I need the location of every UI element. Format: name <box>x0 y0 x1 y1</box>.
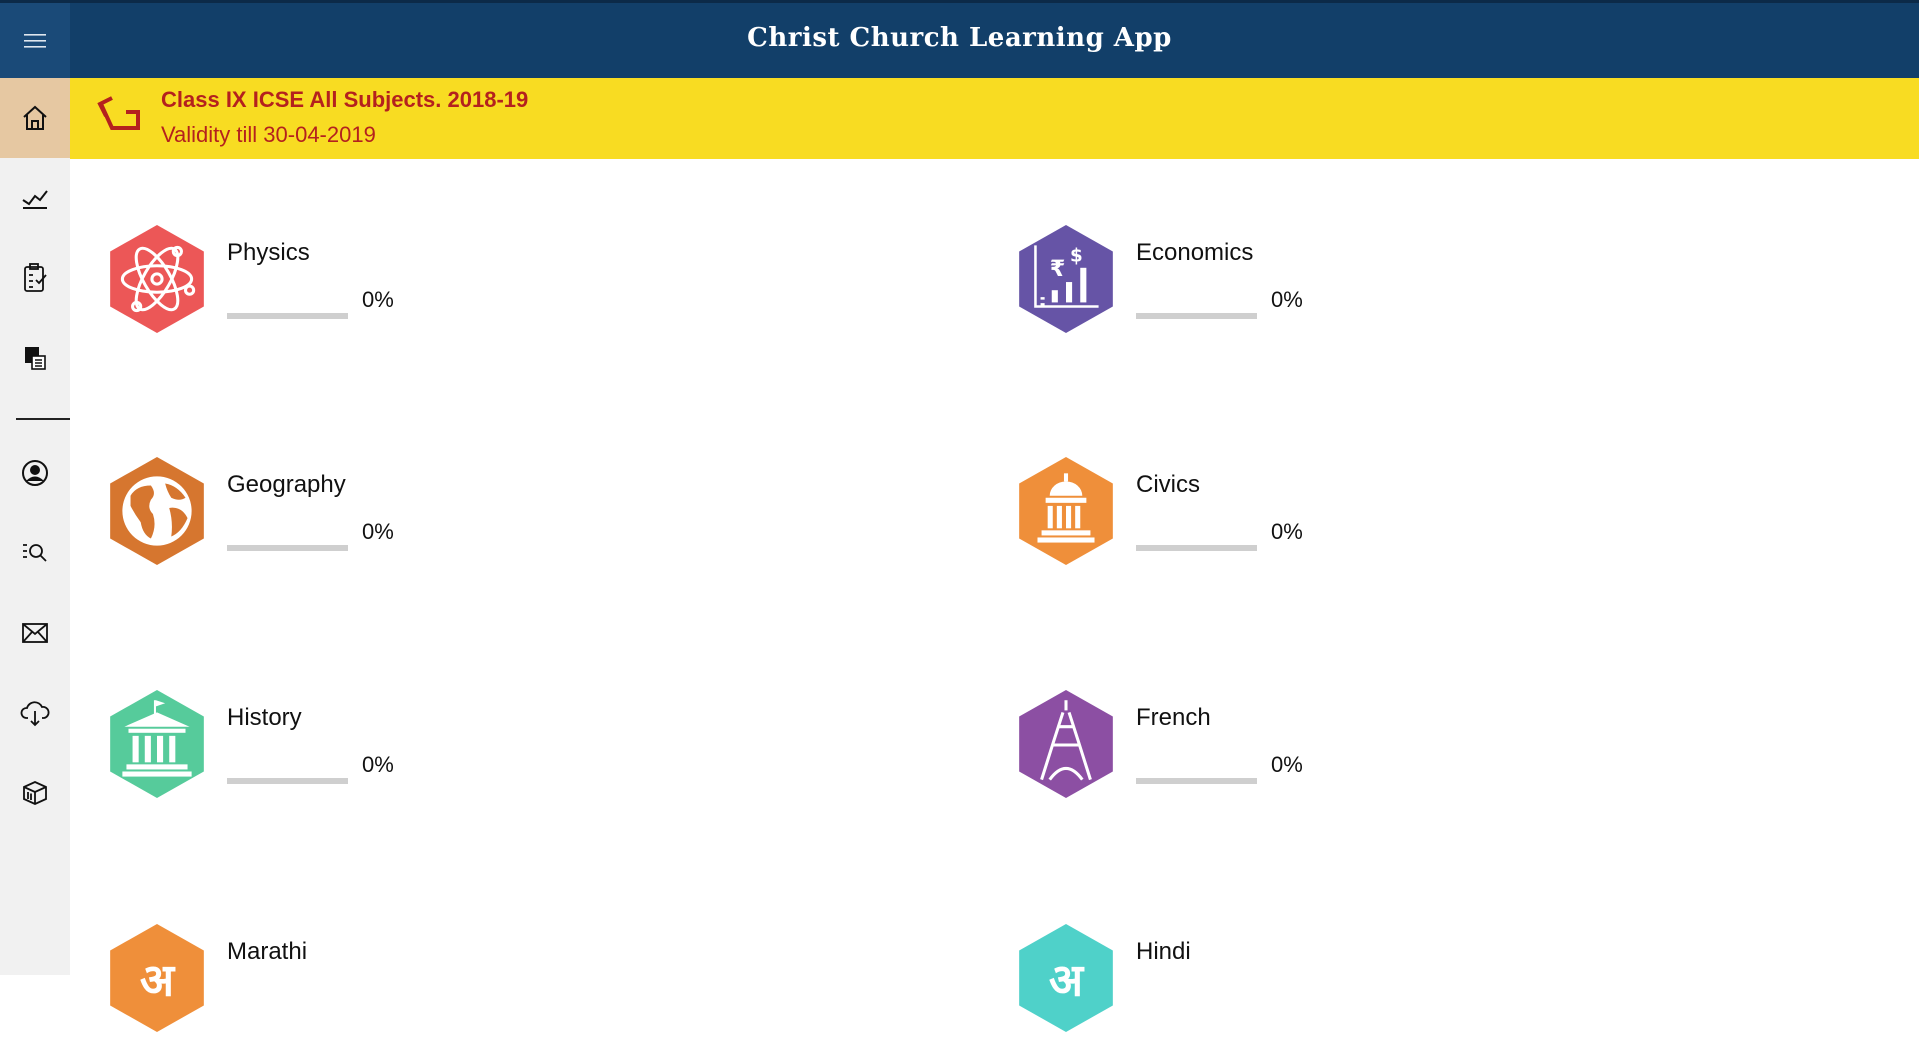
progress-bar <box>1136 313 1257 319</box>
svg-text:$: $ <box>1070 246 1083 267</box>
subject-card-history[interactable]: History 0% <box>106 688 606 808</box>
progress-bar <box>1136 778 1257 784</box>
progress-bar <box>227 778 348 784</box>
sidebar-item-tests[interactable] <box>0 238 70 318</box>
mail-icon <box>22 623 48 643</box>
progress-bar <box>227 313 348 319</box>
atom-icon <box>110 225 204 333</box>
subject-card-economics[interactable]: ₹ $ Economics 0% <box>1015 223 1515 343</box>
sidebar <box>0 78 70 975</box>
subject-name: French <box>1136 704 1211 731</box>
progress-percent: 0% <box>362 287 394 312</box>
subject-card-physics[interactable]: Physics 0% <box>106 223 606 343</box>
subject-name: Geography <box>227 471 346 498</box>
home-icon <box>23 105 47 130</box>
sidebar-item-search[interactable] <box>0 513 70 593</box>
subject-card-marathi[interactable]: अ Marathi <box>106 922 606 1042</box>
museum-icon <box>110 690 204 798</box>
currency-chart-icon: ₹ $ <box>1019 225 1113 333</box>
progress-percent: 0% <box>362 519 394 544</box>
svg-text:₹: ₹ <box>1050 256 1066 282</box>
subject-card-hindi[interactable]: अ Hindi <box>1015 922 1515 1042</box>
sidebar-item-progress[interactable] <box>0 158 70 238</box>
course-title: Class IX ICSE All Subjects. 2018-19 <box>161 87 529 112</box>
progress-percent: 0% <box>1271 752 1303 777</box>
svg-text:अ: अ <box>140 953 176 1006</box>
subject-name: History <box>227 704 302 731</box>
sidebar-item-media[interactable] <box>0 318 70 398</box>
svg-text:अ: अ <box>1049 953 1085 1006</box>
sidebar-item-download[interactable] <box>0 673 70 753</box>
cloud-download-icon <box>20 701 50 727</box>
course-validity: Validity till 30-04-2019 <box>161 122 376 147</box>
sidebar-item-messages[interactable] <box>0 593 70 673</box>
sidebar-item-packages[interactable] <box>0 753 70 833</box>
back-arrow-icon <box>97 96 140 130</box>
progress-percent: 0% <box>362 752 394 777</box>
media-file-icon <box>25 347 46 370</box>
devanagari-letter-icon: अ <box>110 924 204 1032</box>
clipboard-check-icon <box>24 263 47 292</box>
progress-percent: 0% <box>1271 519 1303 544</box>
progress-bar <box>227 545 348 551</box>
subject-name: Hindi <box>1136 938 1191 965</box>
capitol-icon <box>1019 457 1113 565</box>
eiffel-tower-icon <box>1019 690 1113 798</box>
subject-name: Civics <box>1136 471 1200 498</box>
subject-card-civics[interactable]: Civics 0% <box>1015 455 1515 575</box>
progress-percent: 0% <box>1271 287 1303 312</box>
globe-icon <box>110 457 204 565</box>
progress-bar <box>1136 545 1257 551</box>
package-icon <box>23 781 47 805</box>
title-bar: Christ Church Learning App <box>0 0 1919 78</box>
chart-line-icon <box>22 190 48 209</box>
search-list-icon <box>23 544 47 562</box>
subject-card-french[interactable]: French 0% <box>1015 688 1515 808</box>
subject-name: Marathi <box>227 938 308 965</box>
app-title: Christ Church Learning App <box>747 23 1172 53</box>
subject-name: Physics <box>227 239 310 266</box>
subject-card-geography[interactable]: Geography 0% <box>106 455 606 575</box>
sidebar-divider <box>16 418 70 420</box>
sidebar-item-profile[interactable] <box>0 433 70 513</box>
subject-name: Economics <box>1136 239 1254 266</box>
course-banner[interactable]: Class IX ICSE All Subjects. 2018-19 Vali… <box>70 78 1919 159</box>
user-profile-icon <box>22 460 48 486</box>
devanagari-letter-icon: अ <box>1019 924 1113 1032</box>
sidebar-item-home[interactable] <box>0 78 70 158</box>
